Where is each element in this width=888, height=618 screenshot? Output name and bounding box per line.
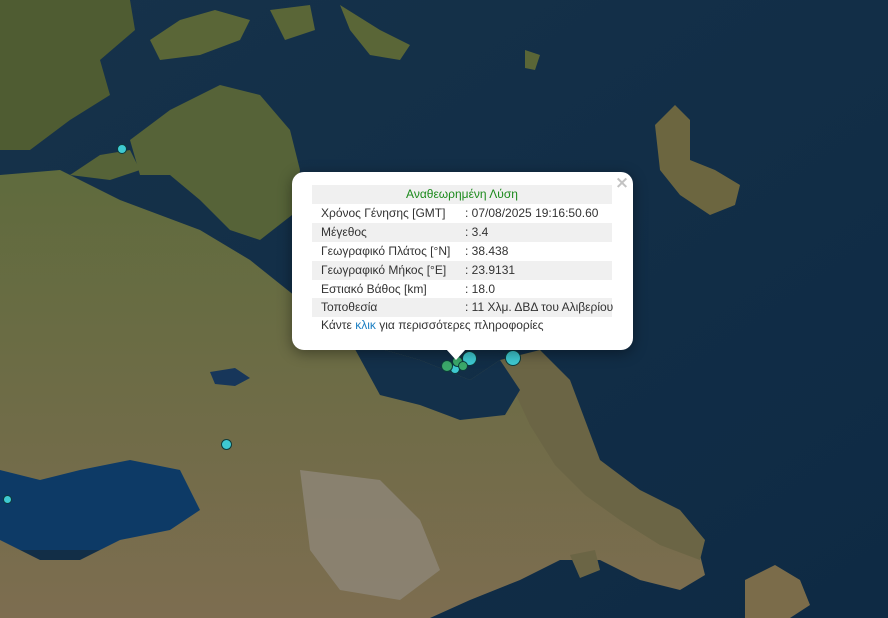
popup-row-origin-time: Χρόνος Γένησης [GMT] 07/08/2025 19:16:50…: [312, 204, 612, 223]
more-suffix: για περισσότερες πληροφορίες: [379, 318, 544, 332]
popup-row-depth: Εστιακό Βάθος [km] 18.0: [312, 280, 612, 299]
close-icon[interactable]: ×: [614, 175, 630, 192]
popup-row-magnitude: Μέγεθος 3.4: [312, 223, 612, 242]
popup-row-latitude: Γεωγραφικό Πλάτος [°N] 38.438: [312, 242, 612, 261]
more-prefix: Κάντε: [321, 318, 352, 332]
row-label: Τοποθεσία: [321, 300, 378, 314]
row-label: Μέγεθος: [321, 225, 367, 239]
earthquake-marker[interactable]: [505, 350, 521, 366]
row-label: Γεωγραφικό Μήκος [°E]: [321, 263, 447, 277]
row-value: 11 Χλμ. ΔΒΔ του Αλιβερίου: [465, 298, 614, 317]
popup-row-location: Τοποθεσία 11 Χλμ. ΔΒΔ του Αλιβερίου: [312, 298, 614, 317]
row-label: Εστιακό Βάθος [km]: [321, 282, 427, 296]
row-value: 18.0: [465, 280, 495, 299]
earthquake-marker[interactable]: [3, 495, 12, 504]
row-value: 3.4: [465, 223, 489, 242]
row-label: Χρόνος Γένησης [GMT]: [321, 206, 446, 220]
row-value: 23.9131: [465, 261, 515, 280]
earthquake-marker[interactable]: [117, 144, 127, 154]
earthquake-marker[interactable]: [221, 439, 232, 450]
popup-title: Αναθεωρημένη Λύση: [312, 185, 612, 204]
more-info-line: Κάντε κλικ για περισσότερες πληροφορίες: [321, 316, 544, 335]
popup-tip: [446, 349, 466, 360]
row-value: 07/08/2025 19:16:50.60: [465, 204, 599, 223]
earthquake-marker[interactable]: [458, 361, 468, 371]
row-value: 38.438: [465, 242, 509, 261]
more-info-link[interactable]: κλικ: [355, 318, 376, 332]
popup-row-longitude: Γεωγραφικό Μήκος [°E] 23.9131: [312, 261, 612, 280]
row-label: Γεωγραφικό Πλάτος [°N]: [321, 244, 451, 258]
